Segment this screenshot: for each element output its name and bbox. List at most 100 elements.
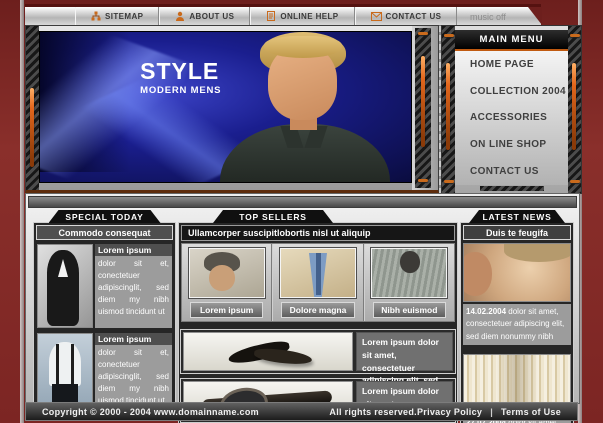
menu-item-accessories[interactable]: ACCESSORIES bbox=[455, 105, 568, 132]
main-menu-title: MAIN MENU bbox=[455, 30, 568, 51]
model-torso bbox=[220, 124, 390, 183]
orange-rod bbox=[421, 56, 425, 148]
special-item-title: Lorem ipsum bbox=[95, 244, 172, 256]
special-today-tab: SPECIAL TODAY bbox=[49, 210, 161, 223]
menu-item-on-line-shop[interactable]: ON LINE SHOP bbox=[455, 131, 568, 158]
news-date: 14.02.2004 bbox=[466, 307, 506, 316]
top-sellers-tab: TOP SELLERS bbox=[213, 210, 333, 223]
suspender bbox=[56, 344, 59, 384]
product-photo-beanie-man[interactable] bbox=[189, 248, 265, 298]
model-face bbox=[209, 265, 235, 291]
banner-model-photo bbox=[202, 31, 407, 182]
product-cell: Lorem ipsum bbox=[182, 244, 271, 321]
menu-bottom-decoration bbox=[480, 186, 544, 191]
orange-hook bbox=[418, 179, 428, 182]
feature-photo-shoes[interactable] bbox=[183, 332, 353, 371]
nav-contact-us[interactable]: CONTACT US bbox=[355, 7, 458, 25]
footer-links: All rights reserved.Privacy Policy | Terms… bbox=[329, 407, 561, 417]
latest-news-panel: Duis te feugifa 14.02.2004 dolor sit ame… bbox=[461, 223, 573, 423]
menu-item-collection-2004[interactable]: COLLECTION 2004 bbox=[455, 78, 568, 105]
banner-left-decoration bbox=[26, 26, 39, 190]
nav-label: CONTACT US bbox=[386, 12, 442, 21]
special-today-subtitle: Commodo consequat bbox=[36, 225, 173, 240]
product-button[interactable]: Lorem ipsum bbox=[190, 302, 263, 318]
music-toggle[interactable]: music off bbox=[470, 12, 506, 22]
orange-hook bbox=[444, 180, 454, 183]
content-top-strip bbox=[28, 196, 577, 208]
top-sellers-subtitle: Ullamcorper suscipitlobortis nisl ut ali… bbox=[181, 225, 455, 241]
special-item-body: dolor sit et, conectetuer adipiscinglit,… bbox=[95, 256, 172, 328]
shirt-figure bbox=[49, 342, 81, 386]
orange-rod bbox=[572, 63, 576, 150]
special-item-photo[interactable] bbox=[37, 244, 93, 328]
nav-label: ABOUT US bbox=[189, 12, 234, 21]
top-sellers-panel: Ullamcorper suscipitlobortis nisl ut ali… bbox=[179, 223, 457, 423]
news-gap bbox=[463, 345, 571, 351]
sitemap-icon bbox=[91, 11, 101, 21]
special-today-section: SPECIAL TODAY Commodo consequat Lorem ip… bbox=[34, 210, 175, 420]
banner-image: STYLE MODERN MENS bbox=[39, 31, 412, 183]
shoe bbox=[253, 347, 312, 366]
special-item-title: Lorem ipsum bbox=[95, 333, 172, 345]
product-cell: Dolore magna bbox=[271, 244, 362, 321]
person-icon bbox=[175, 11, 185, 21]
nav-label: SITEMAP bbox=[105, 12, 143, 21]
privacy-policy-link[interactable]: Privacy Policy bbox=[417, 407, 482, 417]
page: SITEMAP ABOUT US ONLINE HELP CONTACT US bbox=[0, 0, 603, 423]
help-icon bbox=[266, 11, 276, 21]
product-button[interactable]: Dolore magna bbox=[281, 302, 354, 318]
orange-hook bbox=[418, 32, 428, 35]
nav-sitemap[interactable]: SITEMAP bbox=[75, 7, 159, 25]
model-fringe bbox=[264, 36, 342, 58]
orange-hook bbox=[444, 34, 454, 37]
feature-row: Lorem ipsum dolor sit amet, consectetuer… bbox=[181, 330, 455, 373]
product-button[interactable]: Nibh euismod bbox=[373, 302, 446, 318]
product-photo-tan-suit[interactable] bbox=[280, 248, 356, 298]
nav-online-help[interactable]: ONLINE HELP bbox=[250, 7, 354, 25]
special-item-text: Lorem ipsum dolor sit et, conectetuer ad… bbox=[95, 244, 172, 328]
page-curl-decoration bbox=[528, 7, 542, 25]
second-face bbox=[463, 252, 492, 296]
top-nav-items: SITEMAP ABOUT US ONLINE HELP CONTACT US bbox=[75, 7, 457, 25]
product-photo-knit-sweater[interactable] bbox=[371, 248, 447, 298]
special-today-panel: Commodo consequat Lorem ipsum dolor sit … bbox=[34, 223, 175, 420]
nav-label: ONLINE HELP bbox=[280, 12, 338, 21]
tie bbox=[316, 253, 321, 295]
rights-text: All rights reserved. bbox=[329, 407, 417, 417]
orange-rod bbox=[30, 88, 34, 167]
product-cell: Nibh euismod bbox=[363, 244, 454, 321]
top-sellers-products: Lorem ipsum Dolore magna Nibh euism bbox=[181, 243, 455, 322]
orange-rod bbox=[446, 63, 450, 150]
suspender bbox=[71, 344, 74, 384]
news-text: 14.02.2004 dolor sit amet, consectetuer … bbox=[463, 304, 571, 345]
orange-hook bbox=[570, 180, 580, 183]
model-head bbox=[400, 251, 420, 273]
news-photo-face[interactable] bbox=[463, 243, 571, 302]
feature-text: Lorem ipsum dolor sit amet, consectetuer… bbox=[356, 332, 453, 371]
terms-of-use-link[interactable]: Terms of Use bbox=[501, 407, 561, 417]
model-hair bbox=[504, 243, 571, 262]
special-item: Lorem ipsum dolor sit et, conectetuer ad… bbox=[36, 243, 173, 329]
menu-item-contact-us[interactable]: CONTACT US bbox=[455, 158, 568, 185]
latest-news-section: LATEST NEWS Duis te feugifa 14.02.2004 d… bbox=[461, 210, 573, 423]
news-item: 14.02.2004 dolor sit amet, consectetuer … bbox=[463, 243, 571, 345]
nav-about-us[interactable]: ABOUT US bbox=[159, 7, 250, 25]
latest-news-subtitle: Duis te feugifa bbox=[463, 225, 571, 240]
copyright-text: Copyright © 2000 - 2004 www.domainname.c… bbox=[42, 407, 259, 417]
top-sellers-section: TOP SELLERS Ullamcorper suscipitlobortis… bbox=[179, 210, 457, 423]
orange-hook bbox=[570, 34, 580, 37]
footer-bar: Copyright © 2000 - 2004 www.domainname.c… bbox=[25, 402, 578, 421]
banner: STYLE MODERN MENS bbox=[25, 25, 439, 193]
mail-icon bbox=[371, 12, 382, 21]
footer-separator: | bbox=[490, 407, 493, 417]
menu-left-decoration bbox=[442, 26, 455, 193]
content-panel: SPECIAL TODAY Commodo consequat Lorem ip… bbox=[25, 193, 580, 404]
menu-right-decoration bbox=[568, 26, 581, 193]
latest-news-tab: LATEST NEWS bbox=[469, 210, 565, 223]
top-nav-bar: SITEMAP ABOUT US ONLINE HELP CONTACT US bbox=[25, 4, 541, 26]
main-menu-list: HOME PAGE COLLECTION 2004 ACCESSORIES ON… bbox=[455, 51, 568, 185]
main-menu: MAIN MENU HOME PAGE COLLECTION 2004 ACCE… bbox=[441, 25, 582, 194]
banner-right-decoration bbox=[412, 26, 438, 190]
left-metal-edge bbox=[20, 0, 24, 423]
menu-item-home-page[interactable]: HOME PAGE bbox=[455, 51, 568, 78]
